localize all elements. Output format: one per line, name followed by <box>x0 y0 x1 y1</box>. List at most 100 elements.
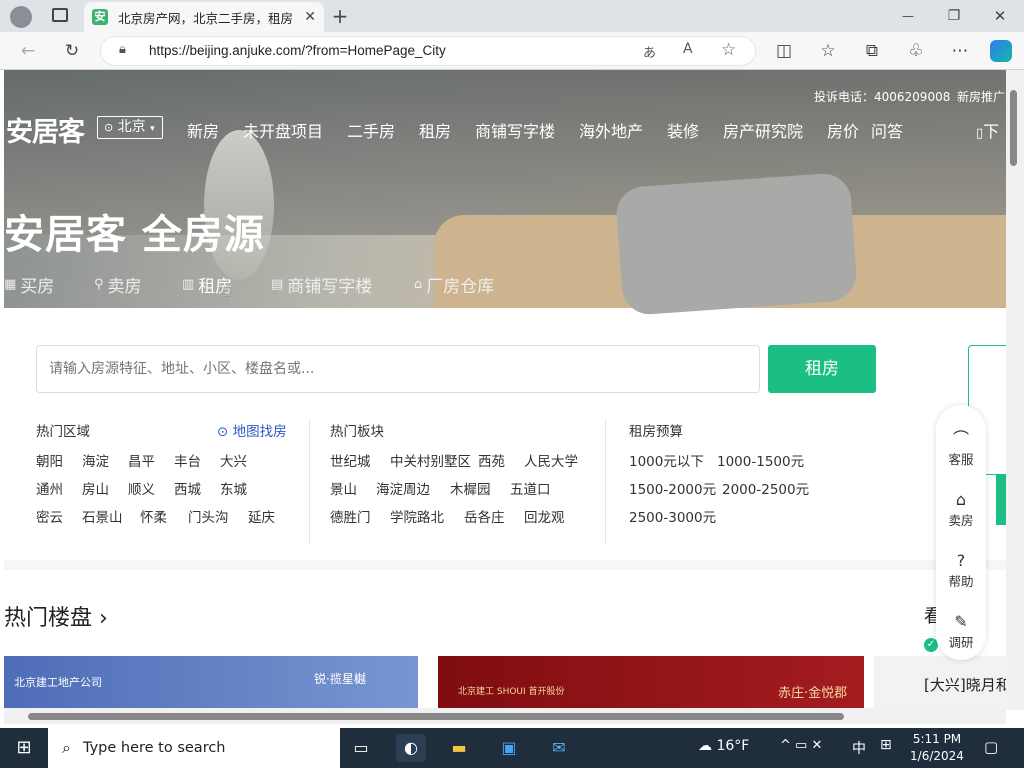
store-icon[interactable]: ▣ <box>494 734 524 762</box>
area-link[interactable]: 西城 <box>174 478 201 498</box>
url-text[interactable]: https://beijing.anjuke.com/?from=HomePag… <box>149 43 446 58</box>
area-link[interactable]: 朝阳 <box>36 450 63 470</box>
block-link[interactable]: 德胜门 <box>330 506 371 526</box>
sell-house-button[interactable]: ⌂ 卖房 <box>936 490 986 529</box>
search-tab[interactable]: ▦ 买房 <box>4 272 54 297</box>
budget-link[interactable]: 2500-3000元 <box>629 506 716 526</box>
budget-link[interactable]: 1000元以下 <box>629 450 704 470</box>
favorite-star-icon[interactable]: ☆ <box>721 40 736 60</box>
news-item[interactable]: [大兴]晓月和 <box>924 674 1006 695</box>
area-link[interactable]: 海淀 <box>82 450 109 470</box>
block-link[interactable]: 木樨园 <box>450 478 491 498</box>
weather-widget[interactable]: ☁ 16°F <box>698 738 749 754</box>
horizontal-scroll-thumb[interactable] <box>28 713 844 720</box>
collections-icon[interactable]: ⧉ <box>858 37 886 65</box>
lock-icon[interactable]: 🔒︎ <box>119 42 126 57</box>
block-link[interactable]: 海淀周边 <box>376 478 430 498</box>
tab-actions-icon[interactable] <box>52 8 68 22</box>
block-link[interactable]: 西苑 <box>478 450 505 470</box>
nav-item[interactable]: 房价 <box>827 118 859 142</box>
nav-item[interactable]: 海外地产 <box>579 118 643 142</box>
search-tab[interactable]: ⌂ 厂房仓库 <box>414 272 494 297</box>
block-link[interactable]: 中关村别墅区 <box>390 450 471 470</box>
taskbar-search[interactable]: ⌕ Type here to search <box>48 728 340 768</box>
more-menu-icon[interactable]: ⋯ <box>946 37 974 65</box>
help-button[interactable]: ? 帮助 <box>936 551 986 590</box>
search-input-wrapper[interactable] <box>36 345 760 393</box>
favorites-icon[interactable]: ☆ <box>814 37 842 65</box>
area-link[interactable]: 房山 <box>82 478 109 498</box>
nav-item[interactable]: 未开盘项目 <box>243 118 323 142</box>
url-bar[interactable]: 🔒︎ https://beijing.anjuke.com/?from=Home… <box>100 36 756 66</box>
estate-banner-1[interactable]: 北京建工地产公司 锐·揽星樾 <box>4 656 418 710</box>
mail-icon[interactable]: ✉ <box>544 734 574 762</box>
search-tab[interactable]: ⚲ 卖房 <box>94 272 142 297</box>
area-link[interactable]: 大兴 <box>220 450 247 470</box>
system-clock[interactable]: 5:11 PM 1/6/2024 <box>905 731 969 765</box>
block-link[interactable]: 岳各庄 <box>464 506 505 526</box>
estate-banner-2[interactable]: 北京建工 SHOUI 首开股份 赤庄·金悦郡 <box>438 656 864 710</box>
site-logo[interactable]: 安居客 <box>6 110 85 149</box>
area-link[interactable]: 昌平 <box>128 450 155 470</box>
read-aloud-icon[interactable]: A <box>683 41 693 57</box>
download-app-link[interactable]: ▯下 <box>976 118 999 142</box>
nav-item[interactable]: 二手房 <box>347 118 395 142</box>
nav-item[interactable]: 商铺写字楼 <box>475 118 555 142</box>
task-view-icon[interactable]: ▭ <box>346 734 376 762</box>
block-link[interactable]: 回龙观 <box>524 506 565 526</box>
new-tab-button[interactable]: + <box>326 2 354 30</box>
budget-link[interactable]: 1500-2000元 <box>629 478 716 498</box>
area-link[interactable]: 密云 <box>36 506 63 526</box>
nav-item[interactable]: 租房 <box>419 118 451 142</box>
budget-link[interactable]: 2000-2500元 <box>722 478 809 498</box>
city-selector[interactable]: ⊙ 北京 ▾ <box>97 116 163 139</box>
block-link[interactable]: 五道口 <box>510 478 551 498</box>
survey-button[interactable]: ✎ 调研 <box>936 612 986 651</box>
customer-service-button[interactable]: ⌒ 客服 <box>936 429 986 468</box>
area-link[interactable]: 怀柔 <box>140 506 167 526</box>
restore-button[interactable]: ❐ <box>940 2 968 30</box>
profile-icon[interactable] <box>10 6 32 28</box>
translate-icon[interactable]: あ <box>643 42 656 61</box>
edge-browser-icon[interactable]: ◐ <box>396 734 426 762</box>
side-promo-button[interactable] <box>996 475 1006 525</box>
ime-mode-icon[interactable]: ⊞ <box>880 737 892 753</box>
vertical-scrollbar[interactable] <box>1006 70 1024 710</box>
area-link[interactable]: 石景山 <box>82 506 123 526</box>
search-tab[interactable]: ▤ 商铺写字楼 <box>271 272 372 297</box>
copilot-icon[interactable] <box>990 40 1012 62</box>
block-link[interactable]: 景山 <box>330 478 357 498</box>
ime-indicator[interactable]: 中 <box>852 738 866 758</box>
block-link[interactable]: 人民大学 <box>524 450 578 470</box>
vertical-scroll-thumb[interactable] <box>1010 90 1017 166</box>
start-button[interactable]: ⊞ <box>0 728 48 768</box>
block-link[interactable]: 世纪城 <box>330 450 371 470</box>
file-explorer-icon[interactable]: ▬ <box>444 734 474 762</box>
split-screen-icon[interactable]: ◫ <box>770 37 798 65</box>
area-link[interactable]: 通州 <box>36 478 63 498</box>
budget-link[interactable]: 1000-1500元 <box>717 450 804 470</box>
nav-item[interactable]: 装修 <box>667 118 699 142</box>
hot-estates-heading[interactable]: 热门楼盘 › <box>4 600 108 632</box>
area-link[interactable]: 丰台 <box>174 450 201 470</box>
map-find-link[interactable]: ⊙ 地图找房 <box>217 420 287 440</box>
search-button[interactable]: 租房 <box>768 345 876 393</box>
block-link[interactable]: 学院路北 <box>390 506 444 526</box>
new-home-promo-link[interactable]: 新房推广 <box>957 88 1005 105</box>
area-link[interactable]: 延庆 <box>248 506 275 526</box>
extensions-icon[interactable]: ♧ <box>902 37 930 65</box>
minimize-button[interactable]: — <box>894 2 922 30</box>
refresh-icon[interactable]: ↻ <box>58 37 86 65</box>
search-input[interactable] <box>37 346 759 392</box>
back-icon[interactable]: ← <box>14 37 42 65</box>
area-link[interactable]: 顺义 <box>128 478 155 498</box>
browser-tab[interactable]: 安 北京房产网，北京二手房，租房 ✕ <box>84 2 324 32</box>
tab-close-icon[interactable]: ✕ <box>304 9 316 25</box>
close-window-button[interactable]: ✕ <box>986 2 1014 30</box>
nav-item[interactable]: 问答 <box>871 118 903 142</box>
area-link[interactable]: 东城 <box>220 478 247 498</box>
notifications-icon[interactable]: ▢ <box>984 738 998 756</box>
system-tray-icons[interactable]: ^ ▭ ✕ <box>780 738 822 753</box>
area-link[interactable]: 门头沟 <box>188 506 229 526</box>
nav-item[interactable]: 新房 <box>187 118 219 142</box>
